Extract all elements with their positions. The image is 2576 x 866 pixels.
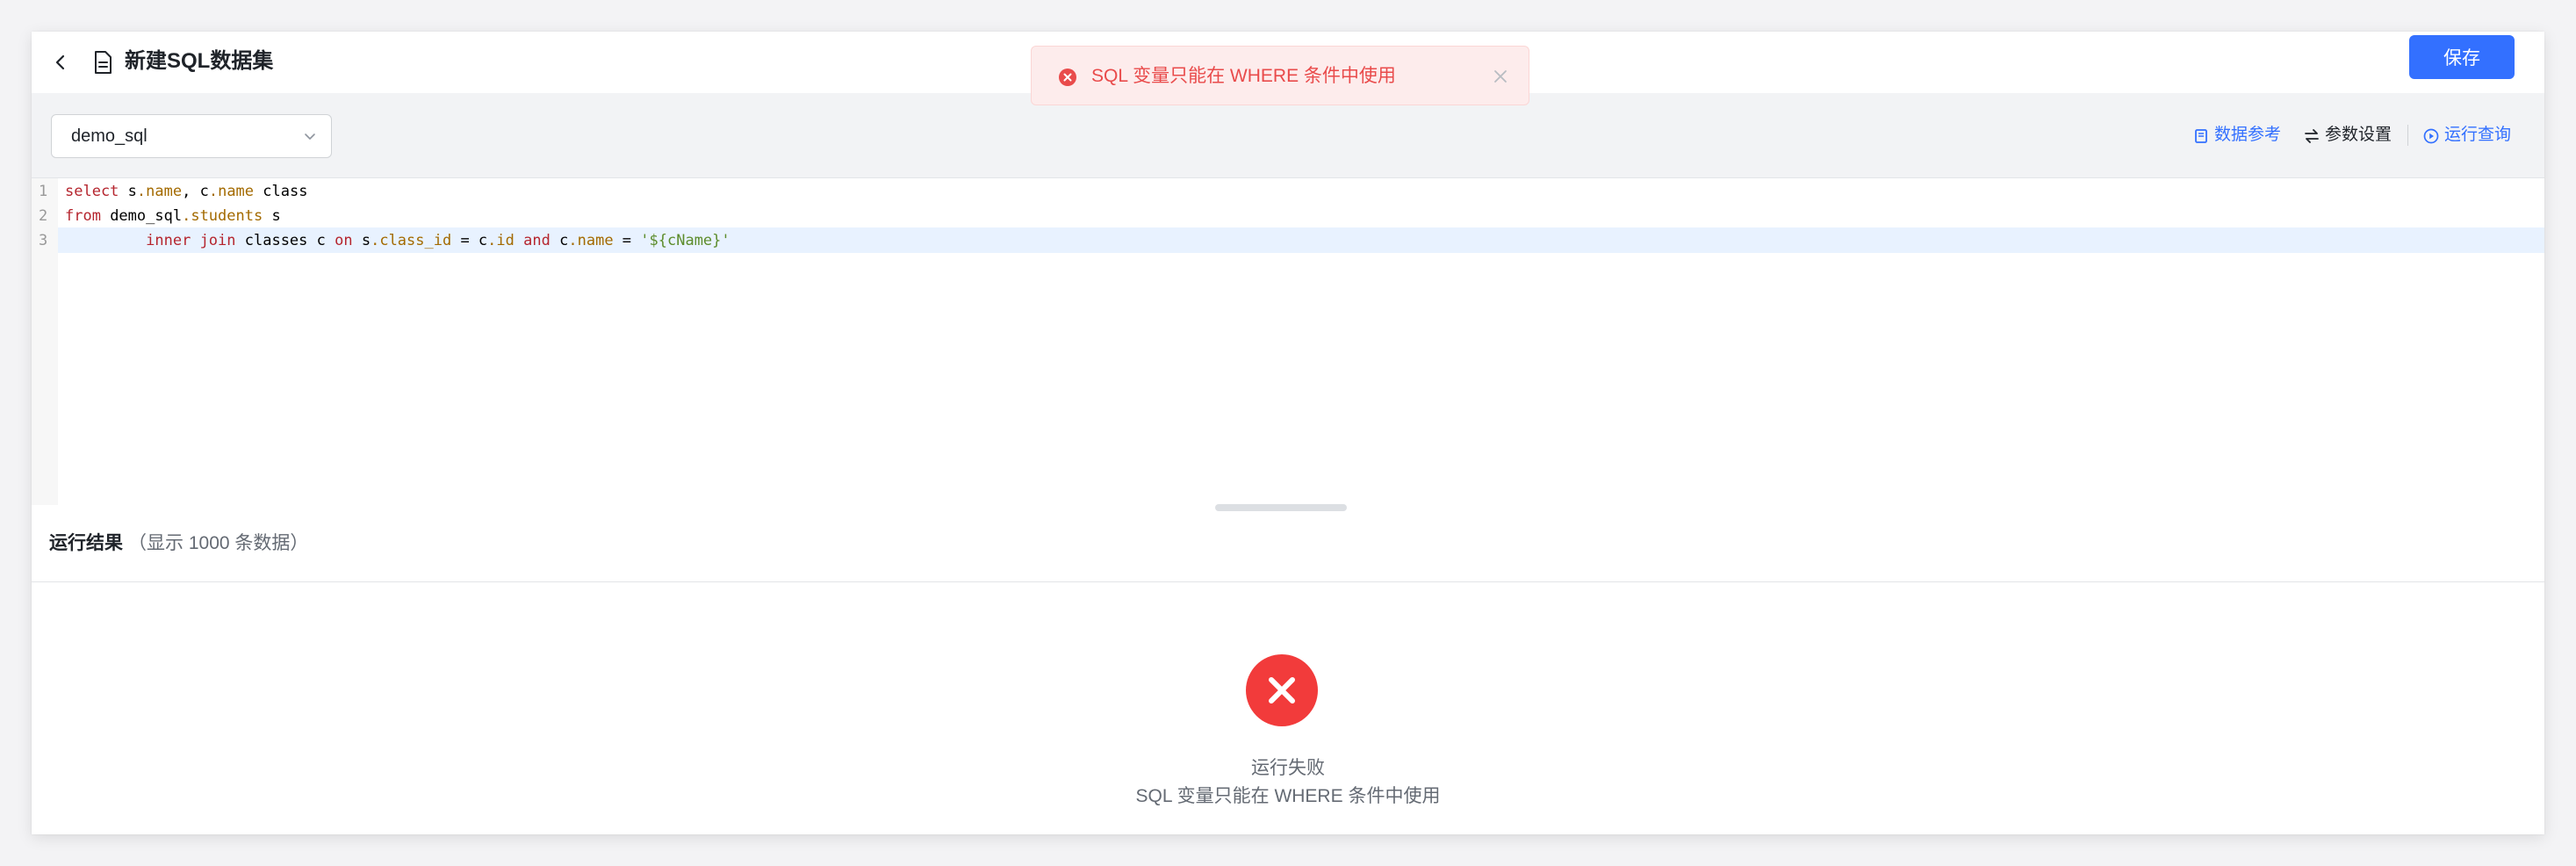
line-number: 1	[39, 183, 48, 200]
swap-arrows-icon	[2305, 129, 2319, 143]
page-title: 新建SQL数据集	[125, 49, 274, 73]
dataset-editor-window: 新建SQL数据集 保存 SQL 变量只能在 WHERE 条件中使用 demo_s…	[32, 32, 2544, 834]
close-icon[interactable]	[1492, 68, 1509, 85]
code-line[interactable]: from demo_sql.students s	[65, 204, 281, 228]
run-query-label: 运行查询	[2444, 126, 2512, 144]
results-title: 运行结果	[49, 533, 123, 553]
error-toast: SQL 变量只能在 WHERE 条件中使用	[1031, 46, 1529, 105]
editor-toolbar	[32, 93, 2544, 177]
run-failed-icon	[1245, 653, 1319, 727]
toolbar-divider	[2407, 125, 2408, 146]
error-circle-icon	[1058, 68, 1077, 87]
datasource-select-value: demo_sql	[71, 126, 148, 146]
results-header: 运行结果 （显示 1000 条数据）	[32, 511, 2544, 582]
line-number: 3	[39, 232, 48, 249]
resize-handle[interactable]	[1215, 504, 1347, 511]
toast-message: SQL 变量只能在 WHERE 条件中使用	[1091, 66, 1396, 86]
datasource-select[interactable]: demo_sql	[51, 114, 332, 158]
play-circle-icon	[2423, 128, 2439, 144]
code-line[interactable]: select s.name, c.name class	[65, 179, 307, 204]
error-title: 运行失败	[1251, 758, 1325, 778]
results-count-note: （显示 1000 条数据）	[128, 533, 309, 553]
back-arrow-icon[interactable]	[47, 49, 74, 76]
param-settings-label: 参数设置	[2325, 126, 2393, 144]
code-line[interactable]: inner join classes c on s.class_id = c.i…	[65, 228, 730, 253]
book-icon	[2195, 129, 2207, 143]
save-button[interactable]: 保存	[2409, 35, 2515, 79]
chevron-down-icon	[303, 129, 317, 143]
sql-editor[interactable]: 1 2 3 select s.name, c.name class from d…	[32, 177, 2544, 505]
document-icon	[90, 47, 116, 77]
line-number: 2	[39, 207, 48, 225]
error-message: SQL 变量只能在 WHERE 条件中使用	[1135, 786, 1441, 806]
data-reference-label: 数据参考	[2214, 126, 2282, 144]
